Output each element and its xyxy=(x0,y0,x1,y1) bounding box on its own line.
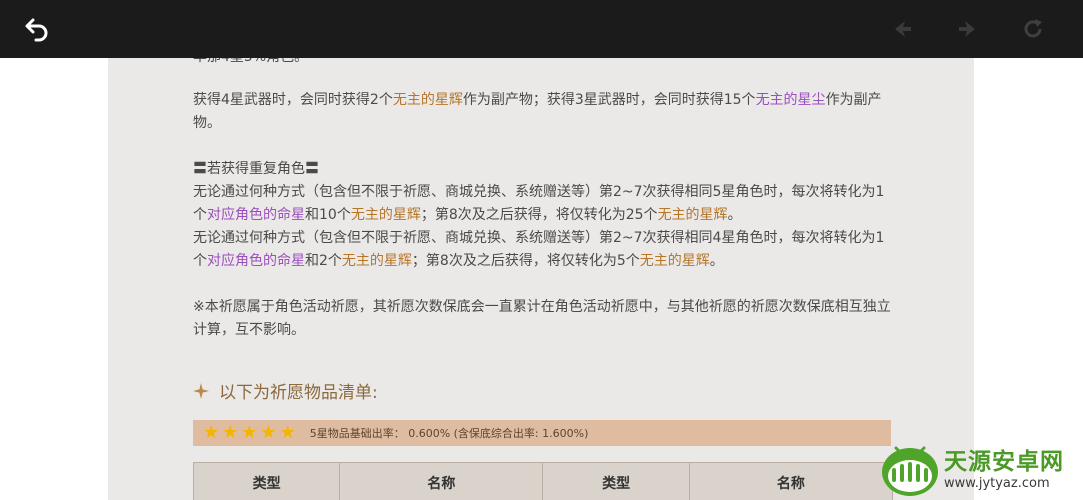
star-icon: ★ xyxy=(279,422,296,443)
content-panel: 率那4星5%角色。 获得4星武器时，会同时获得2个无主的星辉作为副产物；获得3星… xyxy=(108,58,974,500)
column-header: 类型 xyxy=(192,462,341,500)
masterless-starglitter-link: 无主的星辉 xyxy=(392,92,463,108)
text-segment: 获得4星武器时，会同时获得2个 xyxy=(193,92,393,108)
text-segment: 。 xyxy=(709,253,724,269)
masterless-starglitter-link: 无主的星辉 xyxy=(341,253,412,269)
back-arrow-icon xyxy=(25,18,48,42)
refresh-icon xyxy=(1024,19,1042,38)
right-margin xyxy=(974,58,1083,500)
back-button[interactable] xyxy=(22,14,52,44)
top-toolbar xyxy=(0,0,1083,58)
text-segment: 作为副产物；获得3星武器时，会同时获得15个 xyxy=(462,92,756,108)
wish-details: 获得4星武器时，会同时获得2个无主的星辉作为副产物；获得3星武器时，会同时获得1… xyxy=(193,89,893,342)
text-segment: 。 xyxy=(727,207,742,223)
next-button[interactable] xyxy=(952,14,982,44)
section-title-text: 以下为祈愿物品清单: xyxy=(219,383,378,403)
table-header-row: 类型 名称 类型 名称 xyxy=(192,462,894,500)
constellation-link: 对应角色的命星 xyxy=(207,253,305,269)
note-paragraph: ※本祈愿属于角色活动祈愿，其祈愿次数保底会一直累计在角色活动祈愿中，与其他祈愿的… xyxy=(193,299,891,338)
star-icon: ★ xyxy=(203,422,220,443)
column-header: 类型 xyxy=(542,462,690,500)
column-header: 名称 xyxy=(688,462,894,500)
masterless-starglitter-link: 无主的星辉 xyxy=(657,207,728,223)
items-table: 类型 名称 类型 名称 xyxy=(192,462,894,500)
site-watermark: 天源安卓网 www.jytyaz.com xyxy=(878,440,1083,500)
text-segment: 和2个 xyxy=(305,253,342,269)
refresh-button[interactable] xyxy=(1018,14,1048,44)
paragraph-5star-dup: 无论通过何种方式（包含但不限于祈愿、商城兑换、系统赠送等）第2~7次获得相同5星… xyxy=(193,181,893,227)
constellation-link: 对应角色的命星 xyxy=(207,207,305,223)
watermark-title: 天源安卓网 xyxy=(944,449,1064,475)
left-margin xyxy=(0,58,108,500)
text-segment: ；第8次及之后获得，将仅转化为25个 xyxy=(420,207,658,223)
clipped-line: 率那4星5%角色。 xyxy=(193,58,308,69)
prev-button[interactable] xyxy=(888,14,918,44)
section-title: 以下为祈愿物品清单: xyxy=(193,378,378,403)
column-header: 名称 xyxy=(339,462,544,500)
masterless-stardust-link: 无主的星尘 xyxy=(755,92,826,108)
sparkle-icon xyxy=(193,382,209,399)
masterless-starglitter-link: 无主的星辉 xyxy=(639,253,710,269)
paragraph-4star-dup: 无论通过何种方式（包含但不限于祈愿、商城兑换、系统赠送等）第2~7次获得相同4星… xyxy=(193,227,893,273)
arrow-left-icon xyxy=(895,21,911,37)
star-icon: ★ xyxy=(260,422,277,443)
rate-bar: ★ ★ ★ ★ ★ 5星物品基础出率： 0.600% (含保底综合出率: 1.6… xyxy=(193,420,891,446)
text-segment: 和10个 xyxy=(305,207,351,223)
watermark-url: www.jytyaz.com xyxy=(944,476,1050,491)
paragraph-weapon-byproduct: 获得4星武器时，会同时获得2个无主的星辉作为副产物；获得3星武器时，会同时获得1… xyxy=(193,89,893,135)
star-icon: ★ xyxy=(222,422,239,443)
star-rating: ★ ★ ★ ★ ★ xyxy=(203,424,296,442)
watermark-texts: 天源安卓网 www.jytyaz.com xyxy=(944,449,1064,491)
arrow-right-icon xyxy=(959,21,975,37)
masterless-starglitter-link: 无主的星辉 xyxy=(350,207,421,223)
star-icon: ★ xyxy=(241,422,258,443)
watermark-logo-icon xyxy=(882,446,938,496)
dup-heading: 〓若获得重复角色〓 xyxy=(193,161,319,177)
rate-text: 5星物品基础出率： 0.600% (含保底综合出率: 1.600%) xyxy=(309,427,589,440)
text-segment: ；第8次及之后获得，将仅转化为5个 xyxy=(411,253,640,269)
